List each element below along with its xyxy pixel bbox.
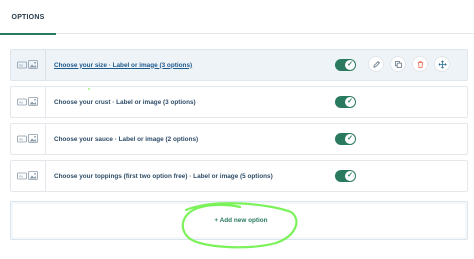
- enable-toggle[interactable]: ✓: [335, 59, 356, 71]
- pencil-icon: [372, 60, 380, 68]
- option-row[interactable]: Aa Choose your sauce · Label or image (2…: [10, 123, 468, 155]
- options-list: Aa Choose your size · Label or image (3 …: [10, 49, 468, 197]
- tab-options[interactable]: OPTIONS: [0, 0, 56, 35]
- tab-bar: OPTIONS: [0, 0, 474, 35]
- tab-active-indicator: [0, 33, 56, 35]
- svg-text:Aa: Aa: [19, 138, 23, 142]
- trash-icon: [417, 60, 423, 68]
- enable-toggle[interactable]: ✓: [335, 96, 356, 108]
- add-new-option-button[interactable]: + Add new option: [10, 201, 468, 240]
- option-label[interactable]: Choose your crust · Label or image (3 op…: [54, 99, 196, 106]
- edit-button[interactable]: [368, 56, 384, 72]
- enable-toggle[interactable]: ✓: [335, 170, 356, 182]
- copy-icon: [394, 60, 402, 68]
- svg-text:Aa: Aa: [19, 101, 23, 105]
- check-icon: ✓: [347, 61, 353, 68]
- option-label[interactable]: Choose your toppings (first two option f…: [54, 173, 273, 180]
- label-or-image-icon: Aa: [11, 50, 46, 80]
- row-actions: [368, 56, 450, 72]
- add-new-option-label: + Add new option: [214, 217, 268, 224]
- check-icon: ✓: [347, 98, 353, 105]
- move-icon: [437, 59, 447, 69]
- label-or-image-icon: Aa: [11, 124, 46, 154]
- svg-text:Aa: Aa: [19, 64, 23, 68]
- check-icon: ✓: [347, 135, 353, 142]
- option-row[interactable]: Aa Choose your toppings (first two optio…: [10, 160, 468, 192]
- label-or-image-icon: Aa: [11, 87, 46, 117]
- option-row[interactable]: Aa Choose your size · Label or image (3 …: [10, 49, 468, 81]
- svg-text:Aa: Aa: [19, 175, 23, 179]
- check-icon: ✓: [347, 172, 353, 179]
- delete-button[interactable]: [412, 56, 428, 72]
- move-button[interactable]: [434, 56, 450, 72]
- duplicate-button[interactable]: [390, 56, 406, 72]
- option-label[interactable]: Choose your sauce · Label or image (2 op…: [54, 136, 198, 143]
- option-row[interactable]: Aa Choose your crust · Label or image (3…: [10, 86, 468, 118]
- tab-options-label: OPTIONS: [11, 13, 45, 21]
- enable-toggle[interactable]: ✓: [335, 133, 356, 145]
- label-or-image-icon: Aa: [11, 161, 46, 191]
- option-label[interactable]: Choose your size · Label or image (3 opt…: [54, 62, 192, 69]
